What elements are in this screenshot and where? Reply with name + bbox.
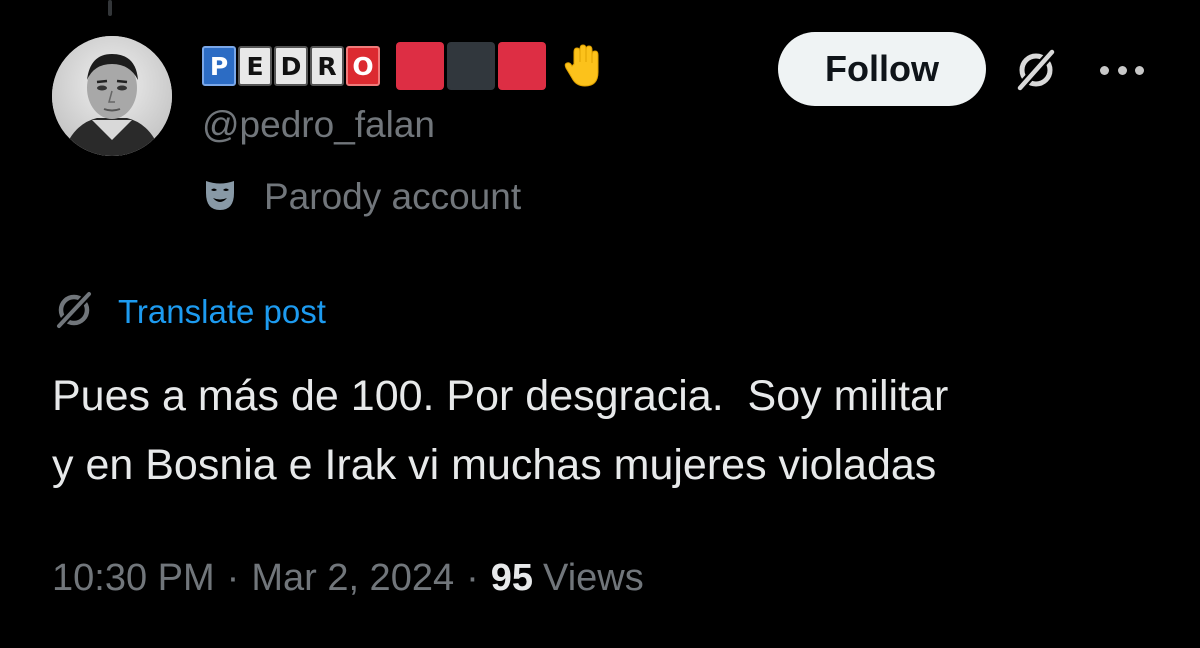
separator: · (226, 556, 240, 599)
follow-button[interactable]: Follow (778, 32, 986, 106)
separator: · (466, 556, 479, 599)
translate-post-link[interactable]: Translate post (52, 288, 326, 337)
theater-mask-icon (202, 177, 238, 218)
more-options-icon[interactable] (1100, 64, 1144, 76)
black-square-emoji (447, 42, 495, 90)
grok-icon[interactable] (1012, 46, 1060, 99)
post-text: Pues a más de 100. Por desgracia. Soy mi… (52, 362, 1162, 500)
name-tile: O (346, 46, 380, 86)
name-tile: P (202, 46, 236, 86)
views-count[interactable]: 95 (491, 557, 533, 600)
name-tile: D (274, 46, 308, 86)
dot (1117, 65, 1127, 75)
parody-label: Parody account (202, 173, 521, 221)
red-square-emoji (396, 42, 444, 90)
post-text-line: Pues a más de 100. Por desgracia. Soy mi… (52, 372, 949, 420)
dot (1100, 65, 1109, 75)
avatar[interactable] (52, 36, 172, 156)
post-text-line: y en Bosnia e Irak vi muchas mujeres vio… (52, 441, 937, 489)
grok-translate-icon (52, 288, 96, 337)
name-tile: R (310, 46, 344, 86)
user-handle[interactable]: @pedro_falan (202, 103, 435, 147)
display-name[interactable]: P E D R O (202, 40, 608, 92)
red-square-emoji (498, 42, 546, 90)
raised-hand-icon (560, 42, 608, 90)
name-tile: E (238, 46, 272, 86)
post-time[interactable]: 10:30 PM (52, 557, 215, 600)
thread-connector-line (108, 0, 112, 16)
dot (1135, 65, 1144, 75)
post-date[interactable]: Mar 2, 2024 (251, 557, 454, 600)
views-label: Views (543, 556, 644, 599)
post-metadata: 10:30 PM · Mar 2, 2024 · 95 Views (52, 552, 644, 604)
translate-post-label[interactable]: Translate post (118, 293, 326, 331)
parody-label-text: Parody account (264, 176, 522, 217)
